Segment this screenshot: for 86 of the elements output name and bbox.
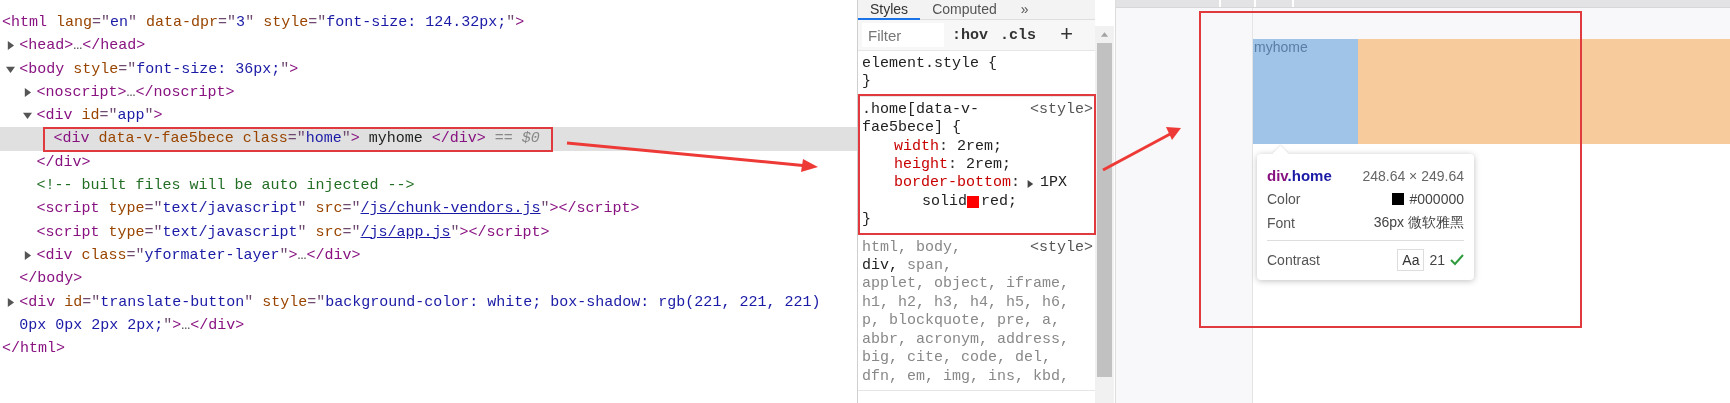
css-selector: img, [943, 367, 980, 386]
css-selector: span, [907, 257, 953, 276]
contrast-ratio: 21 [1429, 252, 1445, 269]
html-code-line[interactable]: </body> [19, 267, 845, 291]
html-code-line[interactable]: <div id="translate-button" style="background-color: white; box-shadow: rgb(221, 221, 221) 0px 0px 2px 2px;">…</div> [19, 290, 845, 338]
css-selector: h4, [970, 293, 998, 313]
toolbar-button[interactable]: .cls [996, 26, 1041, 44]
css-selector: kbd, [1033, 367, 1070, 386]
html-code-line[interactable]: <div data-v-fae5bece class="home"> myhome </div> == $0 [53, 127, 540, 151]
closing-brace: } [862, 73, 872, 92]
css-selector: .home[data-v-fae5bece] { [862, 100, 981, 138]
expand-triangle-icon[interactable] [1026, 179, 1035, 188]
html-code-line[interactable]: <html lang="en" data-dpr="3" style="font-size: 124.32px;"> [2, 11, 845, 35]
html-code-line[interactable]: </html> [2, 337, 845, 361]
css-selector: h5, [1006, 293, 1034, 313]
css-selector: p, [862, 312, 880, 331]
css-selector: big, [862, 349, 898, 368]
element-selector: div.home [1267, 167, 1332, 185]
css-selector: address, [997, 330, 1070, 350]
link[interactable]: /js/chunk-vendors.js [360, 200, 541, 218]
html-code-line[interactable]: <!-- built files will be auto injected --> [36, 174, 845, 198]
css-selector: del, [1015, 349, 1052, 368]
css-selector: blockquote, [889, 312, 989, 331]
property-value: 1PX [1040, 174, 1068, 193]
html-code-line[interactable]: <div id="app"> [36, 104, 845, 128]
color-swatch[interactable] [967, 196, 979, 209]
selected-row[interactable]: <div data-v-fae5bece class="home"> myhome </div> == $0 [0, 127, 857, 151]
html-code-line[interactable]: <div class="yformater-layer">…</div> [36, 243, 845, 268]
collapsed-triangle-icon[interactable] [23, 250, 33, 260]
scrollbar-thumb[interactable] [1097, 43, 1112, 377]
scrollbar[interactable] [1095, 26, 1114, 403]
css-selector: object, [934, 275, 998, 294]
css-selector: a, [1042, 312, 1061, 331]
property-name: height: [894, 156, 958, 175]
tooltip-value: 36px 微软雅黑 [1373, 213, 1464, 232]
css-selector: h6, [1042, 293, 1070, 313]
source-link[interactable]: <style> [1030, 100, 1093, 120]
tooltip-label: Font [1267, 214, 1295, 231]
toolbar-button[interactable]: :hov [948, 26, 992, 44]
property-value: red; [981, 192, 1018, 212]
css-selector: cite, [907, 349, 953, 368]
html-code-line[interactable]: <script type="text/javascript" src="/js/app.js"></script> [36, 220, 845, 244]
html-code-line[interactable]: </div> [36, 150, 845, 175]
css-selector: dfn, [862, 367, 898, 386]
css-selector: html, [862, 238, 907, 258]
css-selector: h3, [934, 293, 962, 313]
css-selector: acronym, [916, 330, 989, 350]
css-selector: ins, [988, 367, 1025, 386]
panel-tab[interactable]: » [1008, 0, 1041, 20]
css-selector: iframe, [1006, 275, 1070, 294]
expanded-triangle-icon[interactable] [6, 64, 16, 74]
collapsed-triangle-icon[interactable] [6, 41, 16, 51]
filter-field[interactable]: Filter [862, 23, 944, 47]
property-value: 2rem; [965, 156, 1012, 175]
tooltip-value: #000000 [1409, 191, 1464, 208]
html-code-line[interactable]: <body style="font-size: 36px;"> [19, 57, 845, 81]
css-selector: h1, [862, 293, 889, 313]
tooltip-label: Contrast [1267, 252, 1320, 269]
property-name: width: [894, 137, 949, 157]
property-value: solid [922, 192, 967, 212]
property-value: 2rem; [956, 137, 1003, 157]
css-selector: applet, [862, 275, 925, 294]
collapsed-triangle-icon[interactable] [23, 87, 33, 97]
css-selector: div, [862, 257, 898, 276]
link[interactable]: /js/app.js [360, 223, 451, 241]
toolbar-button[interactable]: + [1056, 22, 1078, 48]
element-text: myhome [1253, 39, 1308, 55]
css-selector: code, [961, 349, 1007, 368]
collapsed-triangle-icon[interactable] [6, 297, 16, 307]
html-code-line[interactable]: <head>…</head> [19, 34, 845, 58]
contrast-sample: Aa [1397, 249, 1425, 272]
panel-tab[interactable]: Computed [920, 0, 1009, 20]
html-code-line[interactable]: <noscript>…</noscript> [36, 80, 845, 105]
closing-brace: } [862, 211, 872, 230]
css-selector: element.style { [862, 55, 999, 74]
expanded-triangle-icon[interactable] [23, 111, 33, 121]
element-size: 248.64 × 249.64 [1362, 167, 1464, 184]
source-link[interactable]: <style> [1030, 238, 1093, 258]
css-selector: em, [907, 367, 935, 386]
css-selector: h2, [898, 293, 926, 313]
tooltip-label: Color [1267, 191, 1301, 208]
html-code-line[interactable]: <script type="text/javascript" src="/js/chunk-vendors.js"></script> [36, 197, 845, 221]
property-name: border-bottom: [894, 174, 1021, 193]
css-selector: body, [916, 238, 962, 258]
css-selector: pre, [997, 312, 1034, 331]
css-selector: abbr, [862, 330, 907, 350]
